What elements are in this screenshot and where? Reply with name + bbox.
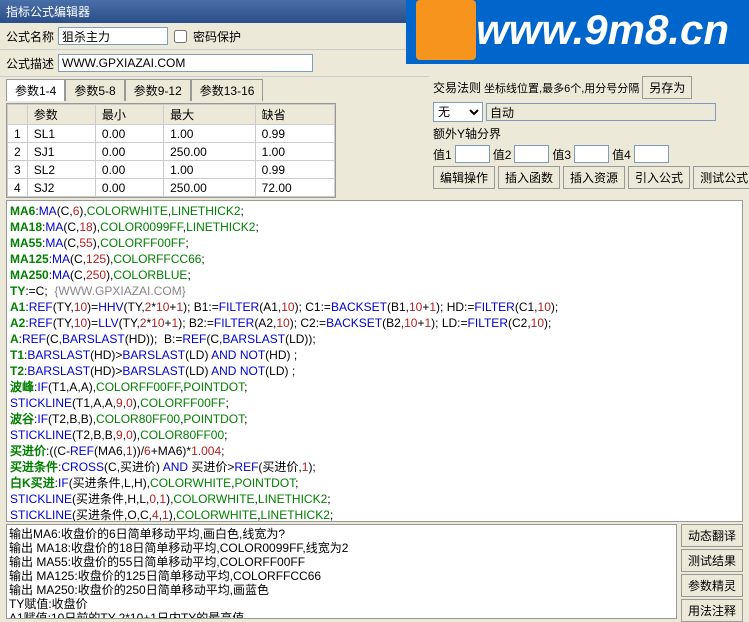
import-formula-button[interactable]: 引入公式 [628, 166, 690, 189]
formula-name-label: 公式名称 [6, 28, 54, 45]
dynamic-translate-button[interactable]: 动态翻译 [681, 524, 743, 547]
tab-params-1-4[interactable]: 参数1-4 [6, 79, 65, 101]
val2-input[interactable] [514, 145, 549, 163]
test-formula-button[interactable]: 测试公式 [693, 166, 749, 189]
val1-input[interactable] [455, 145, 490, 163]
tab-params-9-12[interactable]: 参数9-12 [125, 79, 191, 101]
edit-op-button[interactable]: 编辑操作 [433, 166, 495, 189]
param-table: 参数 最小 最大 缺省 1SL10.001.000.99 2SJ10.00250… [6, 103, 336, 198]
table-row[interactable]: 1SL10.001.000.99 [8, 125, 335, 143]
formula-desc-input[interactable] [58, 54, 313, 72]
val3-input[interactable] [574, 145, 609, 163]
formula-desc-label: 公式描述 [6, 55, 54, 72]
insert-res-button[interactable]: 插入资源 [563, 166, 625, 189]
table-row[interactable]: 3SL20.001.000.99 [8, 161, 335, 179]
table-row[interactable]: 4SJ20.00250.0072.00 [8, 179, 335, 197]
test-result-button[interactable]: 测试结果 [681, 549, 743, 572]
tab-params-13-16[interactable]: 参数13-16 [191, 79, 264, 101]
password-label: 密码保护 [193, 28, 241, 45]
window-title: 指标公式编辑器 [0, 0, 749, 23]
pos-label: 坐标线位置,最多6个,用分号分隔 [484, 80, 639, 96]
output-box: 输出MA6:收盘价的6日简单移动平均,画白色,线宽为?输出 MA18:收盘价的1… [6, 524, 677, 619]
auto-input[interactable] [486, 103, 716, 121]
param-wizard-button[interactable]: 参数精灵 [681, 574, 743, 597]
rule-select[interactable]: 无 [433, 102, 483, 122]
insert-func-button[interactable]: 插入函数 [498, 166, 560, 189]
tab-params-5-8[interactable]: 参数5-8 [65, 79, 124, 101]
extra-y-label: 额外Y轴分界 [433, 125, 501, 142]
save-as-button[interactable]: 另存为 [642, 76, 692, 99]
val4-input[interactable] [634, 145, 669, 163]
formula-name-input[interactable] [58, 27, 168, 45]
table-row[interactable]: 2SJ10.00250.001.00 [8, 143, 335, 161]
code-editor[interactable]: MA6:MA(C,6),COLORWHITE,LINETHICK2; MA18:… [6, 200, 743, 522]
trade-rule-label: 交易法则 [433, 79, 481, 96]
password-checkbox[interactable] [174, 30, 187, 43]
usage-notes-button[interactable]: 用法注释 [681, 599, 743, 622]
